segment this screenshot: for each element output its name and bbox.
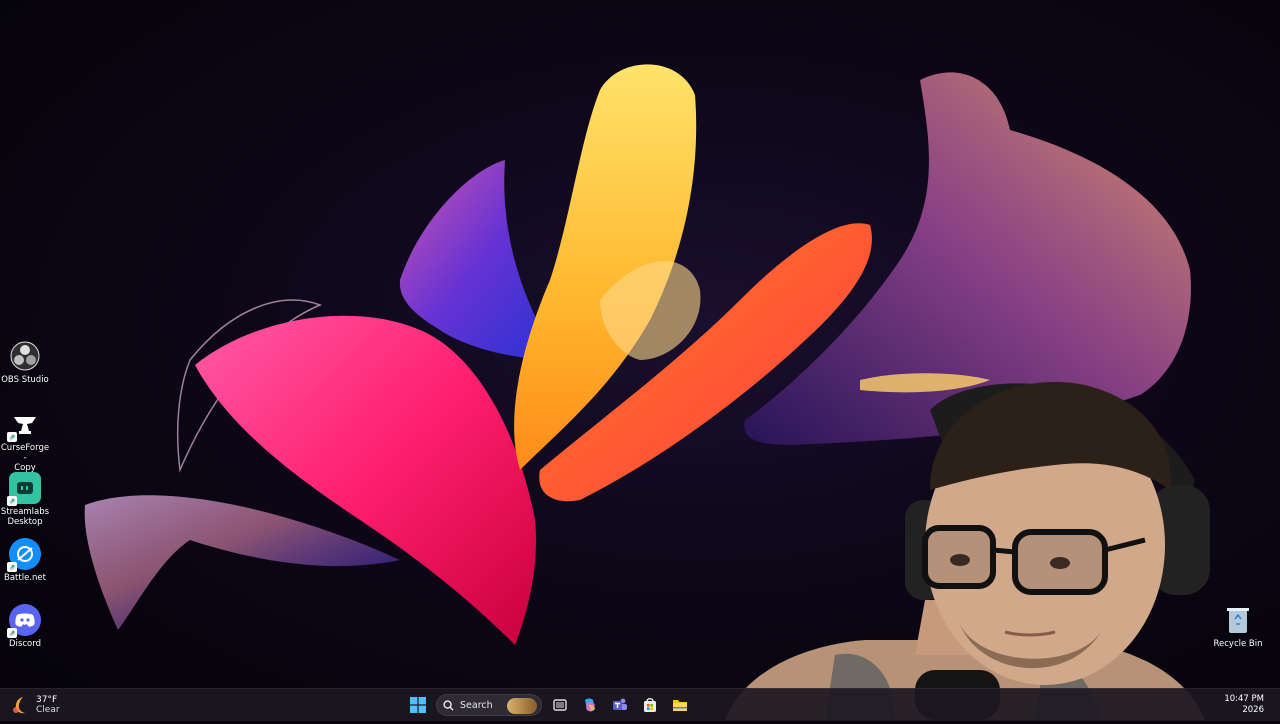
system-clock[interactable]: 10:47 PM 2026 (1224, 694, 1264, 716)
desktop-icon-discord[interactable]: ↗ Discord (0, 604, 50, 649)
webcam-overlay (715, 370, 1215, 720)
taskbar-pinned-apps: Search (406, 692, 692, 718)
discord-icon: ↗ (7, 604, 41, 638)
shortcut-arrow-icon: ↗ (7, 432, 17, 442)
shortcut-arrow-icon: ↗ (7, 628, 17, 638)
curseforge-icon: ↗ (7, 408, 41, 442)
desktop-icon-recycle-bin[interactable]: Recycle Bin (1213, 604, 1263, 649)
recycle-bin-icon (1222, 604, 1254, 636)
search-icon (443, 699, 454, 711)
webcam-person-image (725, 381, 1210, 720)
streamlabs-icon: ↗ (7, 472, 41, 506)
desktop-icon-streamlabs[interactable]: ↗ Streamlabs Desktop (0, 472, 50, 527)
desktop-icon-label: Streamlabs Desktop (0, 507, 50, 527)
copilot-icon (585, 698, 595, 712)
clock-date: 2026 (1242, 705, 1264, 715)
task-view-icon (553, 699, 567, 711)
clock-time: 10:47 PM (1224, 694, 1264, 704)
teams-button[interactable] (608, 693, 632, 717)
taskbar: 37°F Clear Search 10:47 PM 2026 (0, 688, 1280, 721)
weather-widget[interactable]: 37°F Clear (10, 693, 60, 717)
copilot-button[interactable] (578, 693, 602, 717)
battlenet-icon: ↗ (7, 538, 41, 572)
desktop-icon-battlenet[interactable]: ↗ Battle.net (0, 538, 50, 583)
teams-icon (613, 698, 627, 710)
search-placeholder: Search (460, 699, 493, 711)
desktop-icon-label: Battle.net (4, 573, 46, 583)
obs-icon (9, 340, 41, 372)
search-highlight-icon (507, 698, 537, 714)
weather-moon-icon (10, 695, 30, 715)
shortcut-arrow-icon: ↗ (7, 562, 17, 572)
start-icon (410, 697, 426, 713)
task-view-button[interactable] (548, 693, 572, 717)
store-button[interactable] (638, 693, 662, 717)
taskbar-search-box[interactable]: Search (436, 694, 542, 716)
start-button[interactable] (406, 693, 430, 717)
desktop-icon-obs[interactable]: OBS Studio (0, 340, 50, 385)
file-explorer-icon (673, 700, 687, 711)
desktop-icon-label: Discord (9, 639, 41, 649)
desktop-icon-label: Recycle Bin (1213, 639, 1263, 649)
weather-condition: Clear (36, 705, 60, 715)
file-explorer-button[interactable] (668, 693, 692, 717)
shortcut-arrow-icon: ↗ (7, 496, 17, 506)
store-icon (644, 698, 656, 712)
desktop-icon-label: CurseForge - Copy (0, 443, 50, 473)
desktop-icon-label: OBS Studio (1, 375, 49, 385)
desktop-icon-curseforge[interactable]: ↗ CurseForge - Copy (0, 408, 50, 473)
weather-temperature: 37°F (36, 695, 58, 705)
